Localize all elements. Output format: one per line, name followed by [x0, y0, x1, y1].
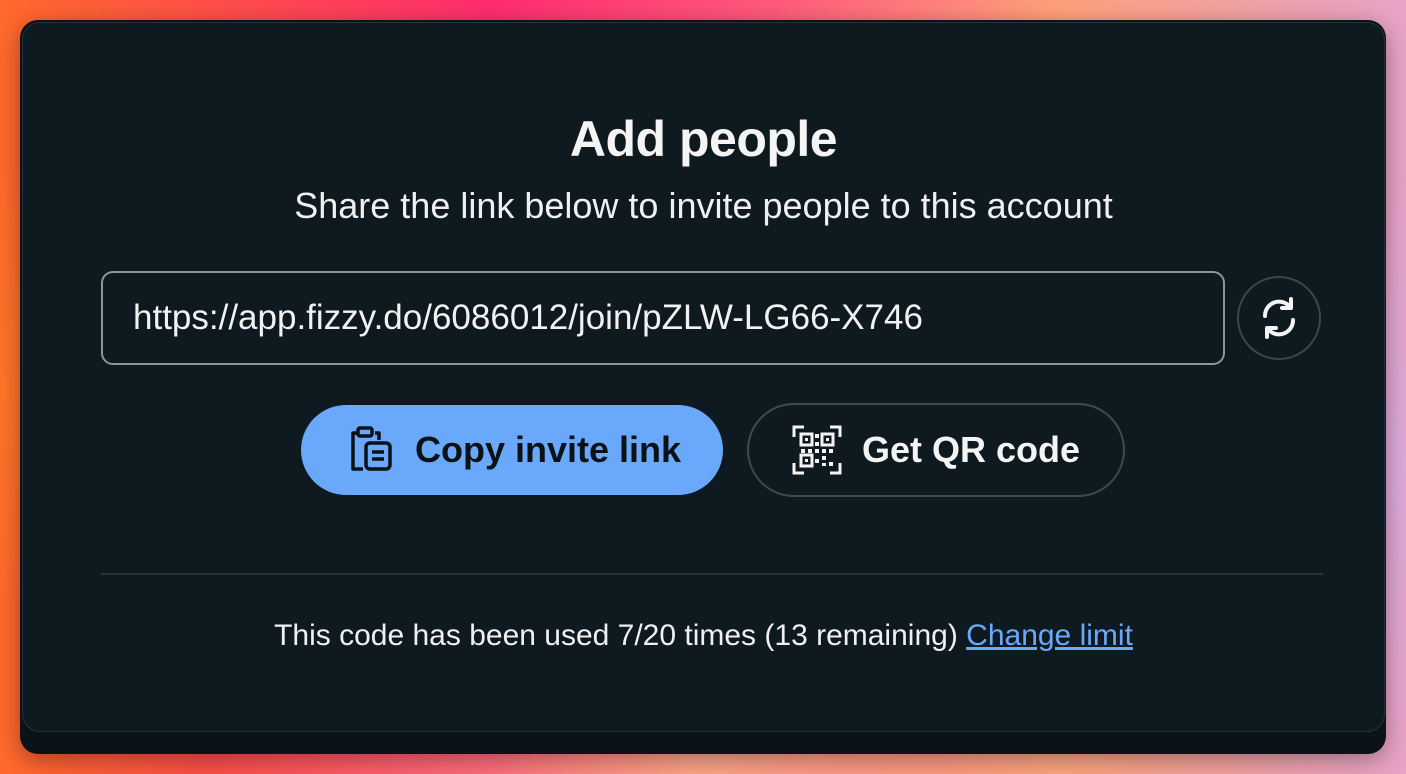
clipboard-icon — [343, 424, 395, 476]
change-limit-link[interactable]: Change limit — [966, 619, 1133, 652]
dialog-subtitle: Share the link below to invite people to… — [294, 185, 1113, 226]
invite-link-field[interactable] — [101, 271, 1225, 365]
qr-code-icon — [792, 425, 842, 475]
copy-invite-link-label: Copy invite link — [414, 429, 682, 470]
usage-info: This code has been used 7/20 times (13 r… — [23, 617, 1384, 655]
refresh-icon — [1262, 297, 1296, 339]
get-qr-code-label: Get QR code — [861, 429, 1081, 470]
regenerate-link-button[interactable] — [1237, 276, 1321, 360]
copy-invite-link-button[interactable]: Copy invite link — [301, 405, 723, 495]
get-qr-code-button[interactable]: Get QR code — [747, 403, 1125, 497]
dialog-title: Add people — [569, 111, 838, 167]
divider — [101, 573, 1323, 575]
usage-text: This code has been used 7/20 times (13 r… — [274, 619, 958, 652]
add-people-dialog: Add people Share the link below to invit… — [22, 22, 1385, 732]
